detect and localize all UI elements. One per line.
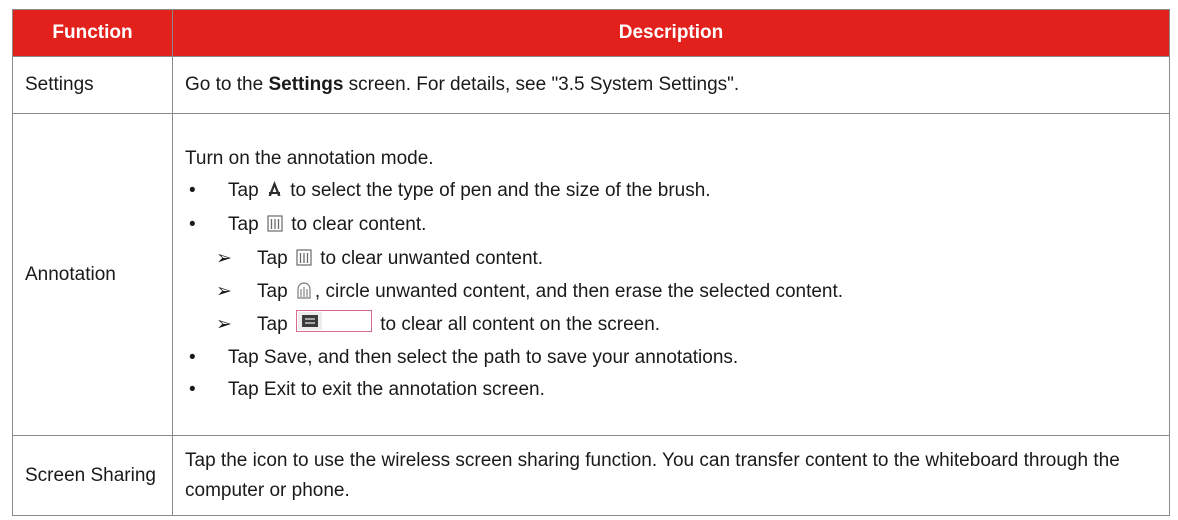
arrow-glyph: ➢ bbox=[216, 248, 232, 269]
pen-icon bbox=[267, 177, 282, 209]
annotation-intro: Turn on the annotation mode. bbox=[185, 148, 434, 169]
sub-item-circle-eraser: ➢ Tap , circle unwanted content, and the… bbox=[185, 276, 1157, 309]
table-row-screen-sharing: Screen Sharing Tap the icon to use the w… bbox=[12, 435, 1170, 516]
eraser-pre-text: Tap bbox=[228, 214, 264, 235]
circle-eraser-icon bbox=[296, 278, 312, 309]
list-item-save: • Tap Save, and then select the path to … bbox=[185, 342, 1157, 374]
sub-clear-pre-text: Tap bbox=[257, 314, 293, 335]
eraser-post-text: to clear content. bbox=[285, 214, 427, 235]
pen-post-text: to select the type of pen and the size o… bbox=[284, 180, 711, 201]
sub-item-eraser: ➢ Tap to clear unwanted content. bbox=[185, 243, 1157, 276]
bullet-glyph: • bbox=[189, 379, 196, 400]
sub-item-clear-all: ➢ Tap to clear all content on the screen… bbox=[185, 309, 1157, 342]
function-cell-screen-sharing: Screen Sharing bbox=[12, 435, 173, 516]
sub-circle-post-text: , circle unwanted content, and then eras… bbox=[314, 281, 844, 302]
pen-pre-text: Tap bbox=[228, 180, 264, 201]
bullet-glyph: • bbox=[189, 214, 196, 235]
save-text: Tap Save, and then select the path to sa… bbox=[228, 347, 739, 368]
screen-sharing-desc: Tap the icon to use the wireless screen … bbox=[185, 449, 1120, 501]
list-item-pen: • Tap to select the type of pen and the … bbox=[185, 175, 1157, 209]
list-item-exit: • Tap Exit to exit the annotation screen… bbox=[185, 374, 1157, 406]
bullet-glyph: • bbox=[189, 180, 196, 201]
sub-eraser-pre-text: Tap bbox=[257, 248, 293, 269]
table-header-row: Function Description bbox=[12, 9, 1170, 57]
header-description: Description bbox=[172, 9, 1170, 57]
exit-text: Tap Exit to exit the annotation screen. bbox=[228, 379, 545, 400]
eraser-icon bbox=[267, 211, 283, 243]
arrow-glyph: ➢ bbox=[216, 281, 232, 302]
clear-all-slider-icon bbox=[295, 310, 372, 342]
list-item-eraser: • Tap to clear content. bbox=[185, 209, 1157, 243]
table-row-settings: Settings Go to the Settings screen. For … bbox=[12, 56, 1170, 114]
settings-desc-bold: Settings bbox=[268, 74, 344, 95]
function-description-table: Function Description Settings Go to the … bbox=[12, 9, 1170, 516]
sub-clear-post-text: to clear all content on the screen. bbox=[374, 314, 661, 335]
page-caption bbox=[0, 0, 1178, 8]
sub-eraser-post-text: to clear unwanted content. bbox=[314, 248, 544, 269]
table-row-annotation: Annotation Turn on the annotation mode. … bbox=[12, 113, 1170, 436]
settings-desc-post: screen. For details, see "3.5 System Set… bbox=[343, 74, 740, 95]
function-cell-annotation: Annotation bbox=[12, 113, 173, 436]
description-cell-settings: Go to the Settings screen. For details, … bbox=[172, 56, 1170, 114]
description-cell-annotation: Turn on the annotation mode. • Tap to se… bbox=[172, 113, 1170, 436]
sub-circle-pre-text: Tap bbox=[257, 281, 293, 302]
header-function: Function bbox=[12, 9, 173, 57]
description-cell-screen-sharing: Tap the icon to use the wireless screen … bbox=[172, 435, 1170, 516]
settings-desc-pre: Go to the bbox=[185, 74, 269, 95]
eraser-icon bbox=[296, 245, 312, 276]
arrow-glyph: ➢ bbox=[216, 314, 232, 335]
bullet-glyph: • bbox=[189, 347, 196, 368]
function-cell-settings: Settings bbox=[12, 56, 173, 114]
